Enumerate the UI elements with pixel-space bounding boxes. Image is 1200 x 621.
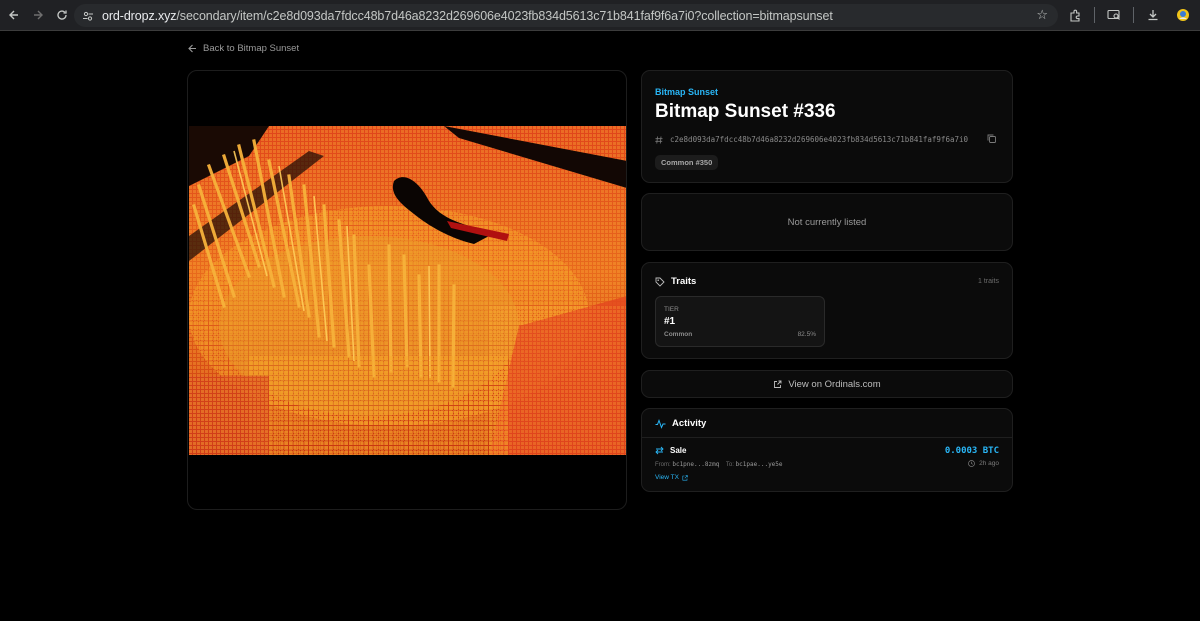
star-icon[interactable]: ☆ — [1036, 7, 1048, 23]
view-on-ordinals-label: View on Ordinals.com — [788, 379, 881, 390]
view-on-ordinals-content: View on Ordinals.com — [642, 379, 1012, 390]
listing-card: Not currently listed — [641, 193, 1013, 251]
hash-icon — [655, 135, 663, 144]
copy-icon[interactable] — [987, 134, 996, 143]
external-link-icon — [774, 380, 782, 388]
url-path: /secondary/item/c2e8d093da7fdcc48b7d46a8… — [176, 8, 833, 23]
external-link-icon — [682, 474, 688, 480]
item-header-card: Bitmap Sunset Bitmap Sunset #336 c2e8d09… — [641, 70, 1013, 183]
view-on-ordinals-button[interactable]: View on Ordinals.com — [641, 370, 1013, 398]
traits-count: 1 traits — [977, 278, 999, 285]
address-bar[interactable]: ord-dropz.xyz/secondary/item/c2e8d093da7… — [74, 4, 1058, 27]
activity-pulse-icon — [655, 418, 666, 429]
activity-time: 2h ago — [968, 460, 999, 467]
activity-card: Activity Sale 0.0003 BTC From: bc1pne...… — [641, 408, 1013, 492]
profile-icon[interactable] — [1172, 4, 1194, 26]
url-host: ord-dropz.xyz — [102, 8, 177, 23]
item-title: Bitmap Sunset #336 — [655, 101, 836, 122]
url-text: ord-dropz.xyz/secondary/item/c2e8d093da7… — [102, 9, 833, 23]
activity-event-label: Sale — [670, 446, 687, 455]
activity-heading-label: Activity — [672, 418, 707, 429]
listing-status: Not currently listed — [787, 217, 867, 228]
traits-heading-label: Traits — [671, 276, 697, 287]
collection-link[interactable]: Bitmap Sunset — [655, 87, 718, 97]
from-label: From: — [655, 462, 671, 468]
rarity-badge: Common #350 — [655, 155, 719, 170]
site-info-icon[interactable] — [80, 8, 96, 24]
activity-time-label: 2h ago — [979, 460, 999, 467]
back-icon[interactable] — [2, 3, 26, 27]
trait-value: #1 — [664, 316, 676, 327]
toolbar-divider — [1094, 7, 1095, 23]
activity-addresses: From: bc1pne...8zmq To: bc1pae...ye5e — [655, 461, 783, 468]
artwork-image — [189, 126, 626, 455]
view-tx-label: View TX — [655, 474, 679, 481]
traits-heading: Traits — [655, 276, 696, 287]
download-icon[interactable] — [1142, 4, 1164, 26]
from-address: bc1pne...8zmq — [672, 461, 720, 468]
arrow-left-icon — [188, 44, 196, 53]
activity-divider — [642, 437, 1012, 438]
activity-heading: Activity — [655, 418, 706, 429]
extensions-icon[interactable] — [1064, 4, 1086, 26]
traits-card: Traits 1 traits TIER #1 Common 82.5% — [641, 262, 1013, 359]
tag-icon — [655, 277, 665, 287]
to-label: To: — [725, 462, 734, 468]
view-tx-link[interactable]: View TX — [655, 474, 688, 481]
trait-type: TIER — [664, 306, 679, 313]
activity-price: 0.0003 BTC — [944, 446, 999, 456]
browser-toolbar: ord-dropz.xyz/secondary/item/c2e8d093da7… — [0, 0, 1200, 31]
toolbar-divider — [1133, 7, 1134, 23]
to-address: bc1pae...ye5e — [735, 461, 783, 468]
forward-icon[interactable] — [26, 3, 50, 27]
back-link-label: Back to Bitmap Sunset — [203, 43, 300, 54]
trait-item[interactable]: TIER #1 Common 82.5% — [655, 296, 825, 347]
clock-icon — [968, 460, 975, 467]
inscription-id: c2e8d093da7fdcc48b7d46a8232d269606e4023f… — [670, 135, 969, 144]
transfer-arrows-icon — [655, 446, 664, 455]
back-link[interactable]: Back to Bitmap Sunset — [188, 43, 299, 54]
artwork-card — [187, 70, 627, 510]
tab-search-icon[interactable] — [1103, 4, 1125, 26]
trait-rarity: Common — [664, 331, 693, 338]
activity-event-type: Sale — [655, 446, 686, 455]
inscription-id-row: c2e8d093da7fdcc48b7d46a8232d269606e4023f… — [655, 135, 968, 144]
trait-percent: 82.5% — [797, 331, 816, 338]
reload-icon[interactable] — [50, 3, 74, 27]
